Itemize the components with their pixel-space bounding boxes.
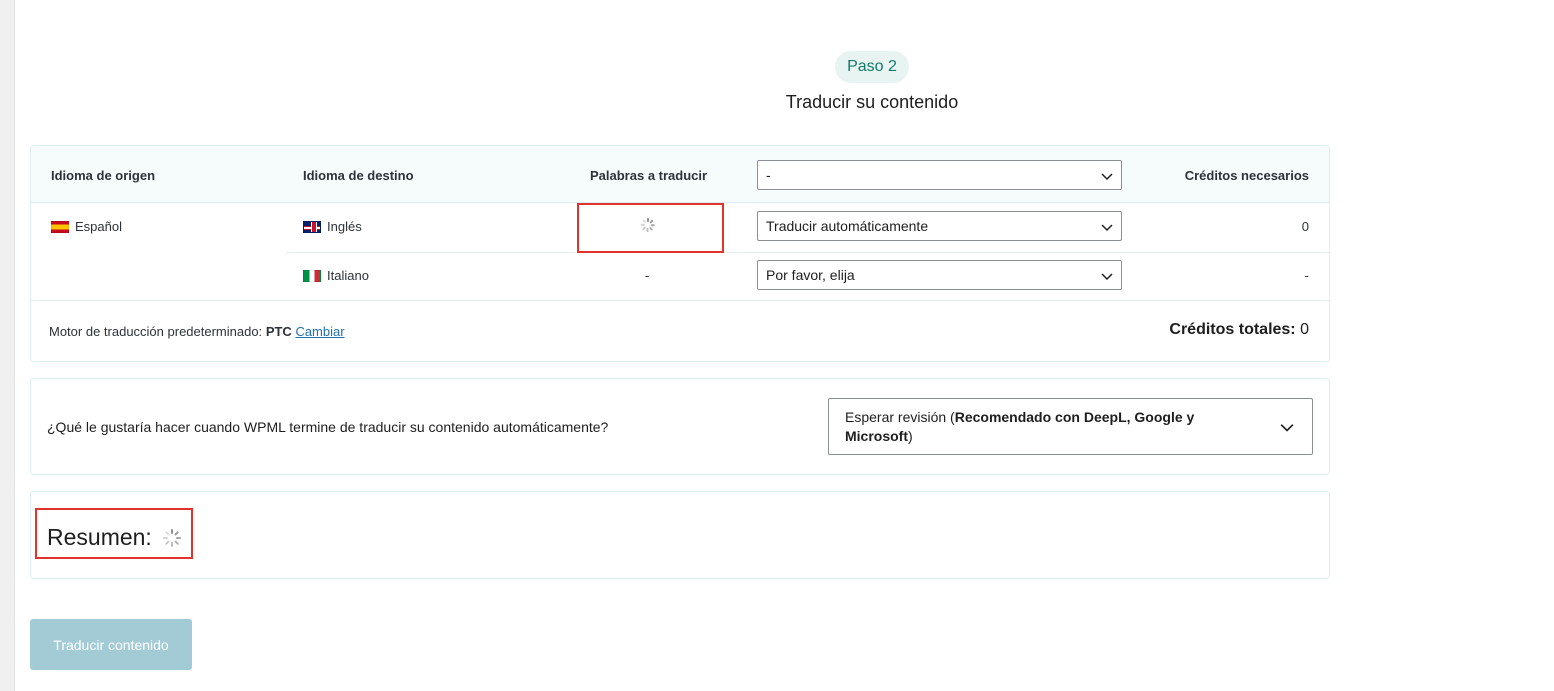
table-footer-divider <box>31 300 1329 301</box>
source-language-cell: Español <box>51 219 122 234</box>
engine-name: PTC <box>265 324 292 339</box>
review-option-suffix: ) <box>908 428 913 444</box>
credits-english: 0 <box>1301 219 1309 234</box>
total-credits-label: Créditos totales: <box>1169 321 1296 338</box>
uk-flag-icon <box>303 220 321 233</box>
bulk-method-value: - <box>766 167 771 183</box>
change-engine-link[interactable]: Cambiar <box>295 324 344 339</box>
review-option-select[interactable]: Esperar revisión (Recomendado con DeepL,… <box>828 398 1313 455</box>
summary-card: Resumen: <box>30 491 1330 579</box>
step-title: Traducir su contenido <box>785 92 959 112</box>
header-target-language: Idioma de destino <box>303 168 414 183</box>
header-source-language: Idioma de origen <box>51 168 156 183</box>
engine-label: Motor de traducción predeterminado: <box>49 324 263 339</box>
target-language-cell: Inglés <box>303 219 362 234</box>
review-option-card: ¿Qué le gustaría hacer cuando WPML termi… <box>30 378 1330 475</box>
step-badge: Paso 2 <box>835 51 909 83</box>
bulk-method-select[interactable]: - <box>757 160 1122 190</box>
method-select-italian[interactable]: Por favor, elija <box>757 260 1122 290</box>
highlight-summary <box>35 508 193 559</box>
source-language-label: Español <box>75 219 122 234</box>
table-header: Idioma de origen Idioma de destino Palab… <box>31 146 1329 203</box>
highlight-words-loading <box>577 203 724 253</box>
chevron-down-icon <box>1101 273 1113 281</box>
target-language-label: Italiano <box>327 268 369 283</box>
translate-content-button[interactable]: Traducir contenido <box>30 619 192 670</box>
italy-flag-icon <box>303 269 321 282</box>
translation-engine-info: Motor de traducción predeterminado: PTC … <box>49 324 345 339</box>
method-select-italian-value: Por favor, elija <box>766 267 855 283</box>
target-language-cell: Italiano <box>303 268 369 283</box>
header-words: Palabras a traducir <box>590 168 708 183</box>
total-credits: Créditos totales: 0 <box>1169 321 1309 339</box>
review-question: ¿Qué le gustaría hacer cuando WPML termi… <box>47 419 609 435</box>
row-divider <box>286 252 1331 253</box>
method-select-english-value: Traducir automáticamente <box>766 218 929 234</box>
method-select-english[interactable]: Traducir automáticamente <box>757 211 1122 241</box>
spain-flag-icon <box>51 220 69 233</box>
review-option-prefix: Esperar revisión ( <box>845 409 955 425</box>
chevron-down-icon <box>1101 224 1113 232</box>
total-credits-value: 0 <box>1300 321 1309 338</box>
admin-sidebar-edge <box>0 0 15 691</box>
credits-italian: - <box>1304 268 1309 283</box>
chevron-down-icon <box>1280 424 1294 432</box>
languages-table: Idioma de origen Idioma de destino Palab… <box>30 145 1331 362</box>
header-credits: Créditos necesarios <box>1184 168 1309 183</box>
target-language-label: Inglés <box>327 219 362 234</box>
chevron-down-icon <box>1101 173 1113 181</box>
words-italian: - <box>645 268 650 283</box>
